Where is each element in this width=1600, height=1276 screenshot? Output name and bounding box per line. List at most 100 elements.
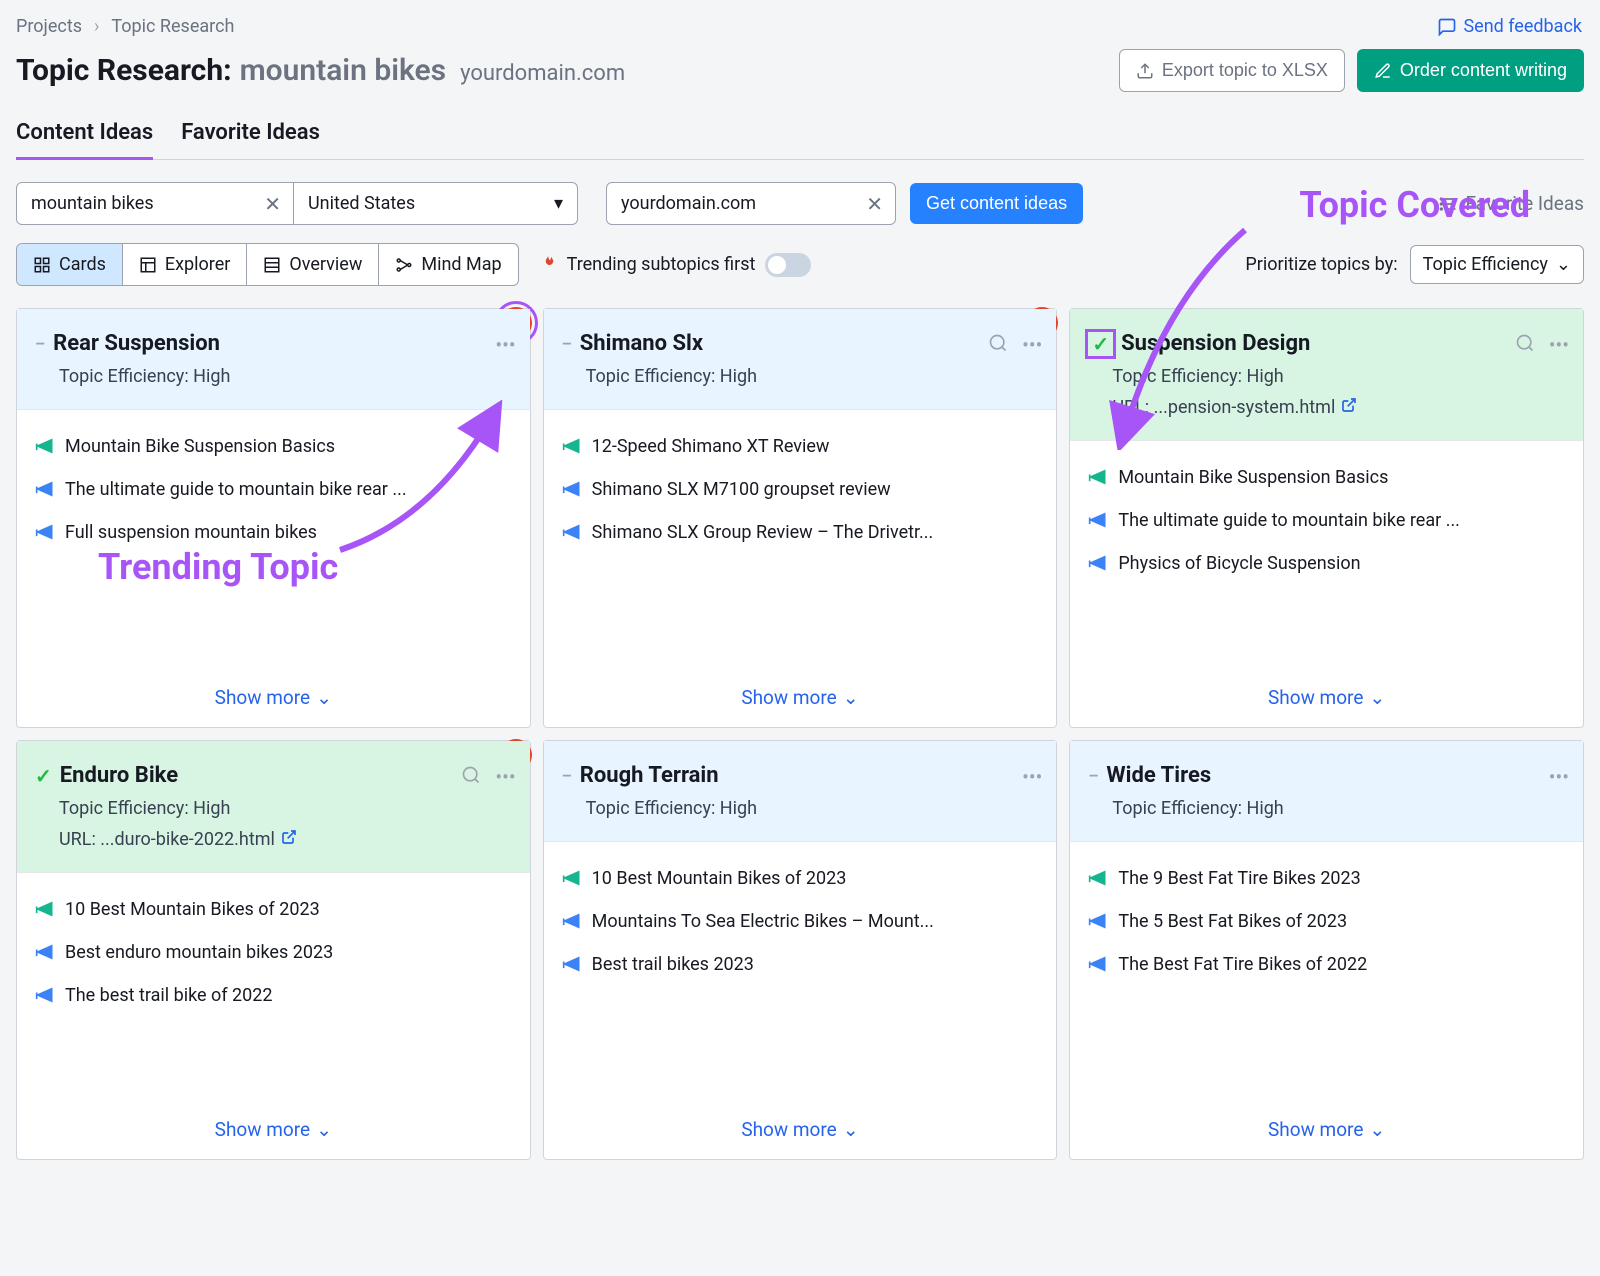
topic-card: ✓ Suspension Design Topic Efficiency: Hi… xyxy=(1069,308,1584,728)
chevron-down-icon: ⌄ xyxy=(1369,686,1385,709)
card-efficiency: Topic Efficiency: High xyxy=(59,798,512,819)
tab-content-ideas[interactable]: Content Ideas xyxy=(16,120,153,159)
headline-item[interactable]: The 9 Best Fat Tire Bikes 2023 xyxy=(1088,868,1565,889)
headline-item[interactable]: 10 Best Mountain Bikes of 2023 xyxy=(35,899,512,920)
headline-item[interactable]: 12-Speed Shimano XT Review xyxy=(562,436,1039,457)
card-body: 10 Best Mountain Bikes of 2023 Mountains… xyxy=(544,842,1057,1159)
megaphone-icon xyxy=(35,899,55,919)
megaphone-icon xyxy=(35,942,55,962)
headline-item[interactable]: The best trail bike of 2022 xyxy=(35,985,512,1006)
card-efficiency: Topic Efficiency: High xyxy=(1112,366,1565,387)
get-ideas-button[interactable]: Get content ideas xyxy=(910,183,1083,224)
clear-topic-icon[interactable]: ✕ xyxy=(264,192,281,216)
headline-item[interactable]: Shimano SLX M7100 groupset review xyxy=(562,479,1039,500)
tab-favorite-ideas[interactable]: Favorite Ideas xyxy=(181,120,320,159)
card-header: – Wide Tires Topic Efficiency: High ••• xyxy=(1070,741,1583,842)
more-icon[interactable]: ••• xyxy=(1549,333,1569,358)
show-more-link[interactable]: Show more ⌄ xyxy=(562,666,1039,709)
show-more-link[interactable]: Show more ⌄ xyxy=(562,1098,1039,1141)
card-url[interactable]: URL: ...pension-system.html xyxy=(1112,397,1565,418)
headline-text: The Best Fat Tire Bikes of 2022 xyxy=(1118,954,1367,975)
headline-item[interactable]: Best enduro mountain bikes 2023 xyxy=(35,942,512,963)
breadcrumb-root[interactable]: Projects xyxy=(16,16,82,37)
headline-item[interactable]: The ultimate guide to mountain bike rear… xyxy=(1088,510,1565,531)
megaphone-icon xyxy=(1088,553,1108,573)
search-icon[interactable] xyxy=(1515,333,1535,358)
order-label: Order content writing xyxy=(1400,60,1567,81)
more-icon[interactable]: ••• xyxy=(1549,765,1569,789)
show-more-link[interactable]: Show more ⌄ xyxy=(35,1098,512,1141)
view-cards[interactable]: Cards xyxy=(17,244,123,285)
more-icon[interactable]: ••• xyxy=(1022,765,1042,789)
card-efficiency: Topic Efficiency: High xyxy=(59,366,512,387)
card-title: Suspension Design xyxy=(1121,331,1310,356)
headline-item[interactable]: Best trail bikes 2023 xyxy=(562,954,1039,975)
trending-toggle[interactable] xyxy=(765,253,811,277)
view-mindmap-label: Mind Map xyxy=(421,254,501,275)
view-mindmap[interactable]: Mind Map xyxy=(379,244,517,285)
check-icon: ✓ xyxy=(35,764,52,788)
card-body: The 9 Best Fat Tire Bikes 2023 The 5 Bes… xyxy=(1070,842,1583,1159)
show-more-link[interactable]: Show more ⌄ xyxy=(1088,666,1565,709)
headline-text: Shimano SLX Group Review – The Drivetr..… xyxy=(592,522,934,543)
card-body: Mountain Bike Suspension Basics The ulti… xyxy=(1070,441,1583,727)
show-more-link[interactable]: Show more ⌄ xyxy=(35,666,512,709)
card-title: Rough Terrain xyxy=(580,763,719,788)
headline-item[interactable]: The ultimate guide to mountain bike rear… xyxy=(35,479,512,500)
breadcrumb-current: Topic Research xyxy=(111,16,234,37)
megaphone-icon xyxy=(562,954,582,974)
headline-item[interactable]: Full suspension mountain bikes xyxy=(35,522,512,543)
view-explorer[interactable]: Explorer xyxy=(123,244,248,285)
card-header: – Rear Suspension Topic Efficiency: High… xyxy=(17,309,530,410)
headline-item[interactable]: Mountain Bike Suspension Basics xyxy=(1088,467,1565,488)
prioritize-select[interactable]: Topic Efficiency ⌄ xyxy=(1410,245,1584,284)
megaphone-icon xyxy=(1088,467,1108,487)
megaphone-icon xyxy=(35,479,55,499)
more-icon[interactable]: ••• xyxy=(495,765,515,790)
card-url[interactable]: URL: ...duro-bike-2022.html xyxy=(59,829,512,850)
headline-item[interactable]: Shimano SLX Group Review – The Drivetr..… xyxy=(562,522,1039,543)
headline-item[interactable]: Mountains To Sea Electric Bikes – Mount.… xyxy=(562,911,1039,932)
title-prefix: Topic Research: xyxy=(16,53,232,88)
headline-item[interactable]: The 5 Best Fat Bikes of 2023 xyxy=(1088,911,1565,932)
chevron-down-icon: ⌄ xyxy=(316,686,332,709)
topic-card: ✓ Enduro Bike Topic Efficiency: High URL… xyxy=(16,740,531,1160)
headline-item[interactable]: The Best Fat Tire Bikes of 2022 xyxy=(1088,954,1565,975)
megaphone-icon xyxy=(1088,954,1108,974)
export-xlsx-button[interactable]: Export topic to XLSX xyxy=(1119,49,1345,92)
headline-text: The 9 Best Fat Tire Bikes 2023 xyxy=(1118,868,1360,889)
card-title: Rear Suspension xyxy=(53,331,220,356)
view-overview-label: Overview xyxy=(289,254,362,275)
card-header: ✓ Suspension Design Topic Efficiency: Hi… xyxy=(1070,309,1583,441)
show-more-link[interactable]: Show more ⌄ xyxy=(1088,1098,1565,1141)
headline-text: Mountain Bike Suspension Basics xyxy=(1118,467,1388,488)
card-efficiency: Topic Efficiency: High xyxy=(1112,798,1565,819)
favorite-ideas-link[interactable]: Favorite Ideas xyxy=(1438,192,1584,215)
megaphone-icon xyxy=(1088,868,1108,888)
more-icon[interactable]: ••• xyxy=(495,333,515,357)
megaphone-icon xyxy=(562,868,582,888)
card-efficiency: Topic Efficiency: High xyxy=(586,366,1039,387)
headline-text: Mountain Bike Suspension Basics xyxy=(65,436,335,457)
headline-text: Best enduro mountain bikes 2023 xyxy=(65,942,333,963)
search-icon[interactable] xyxy=(461,765,481,790)
domain-value: yourdomain.com xyxy=(621,193,756,214)
card-header: ✓ Enduro Bike Topic Efficiency: High URL… xyxy=(17,741,530,873)
country-select[interactable]: United States ▾ xyxy=(294,182,578,225)
order-content-button[interactable]: Order content writing xyxy=(1357,49,1584,92)
headline-item[interactable]: Physics of Bicycle Suspension xyxy=(1088,553,1565,574)
fire-icon xyxy=(539,251,557,278)
more-icon[interactable]: ••• xyxy=(1022,333,1042,358)
dash-icon: – xyxy=(562,766,572,785)
clear-domain-icon[interactable]: ✕ xyxy=(866,192,883,216)
prioritize-value: Topic Efficiency xyxy=(1423,254,1548,275)
domain-input[interactable]: yourdomain.com ✕ xyxy=(606,182,896,225)
topic-input[interactable]: mountain bikes ✕ xyxy=(16,182,294,225)
card-efficiency: Topic Efficiency: High xyxy=(586,798,1039,819)
headline-item[interactable]: 10 Best Mountain Bikes of 2023 xyxy=(562,868,1039,889)
send-feedback-link[interactable]: Send feedback xyxy=(1437,16,1582,37)
headline-item[interactable]: Mountain Bike Suspension Basics xyxy=(35,436,512,457)
view-overview[interactable]: Overview xyxy=(247,244,379,285)
search-icon[interactable] xyxy=(988,333,1008,358)
megaphone-icon xyxy=(562,479,582,499)
